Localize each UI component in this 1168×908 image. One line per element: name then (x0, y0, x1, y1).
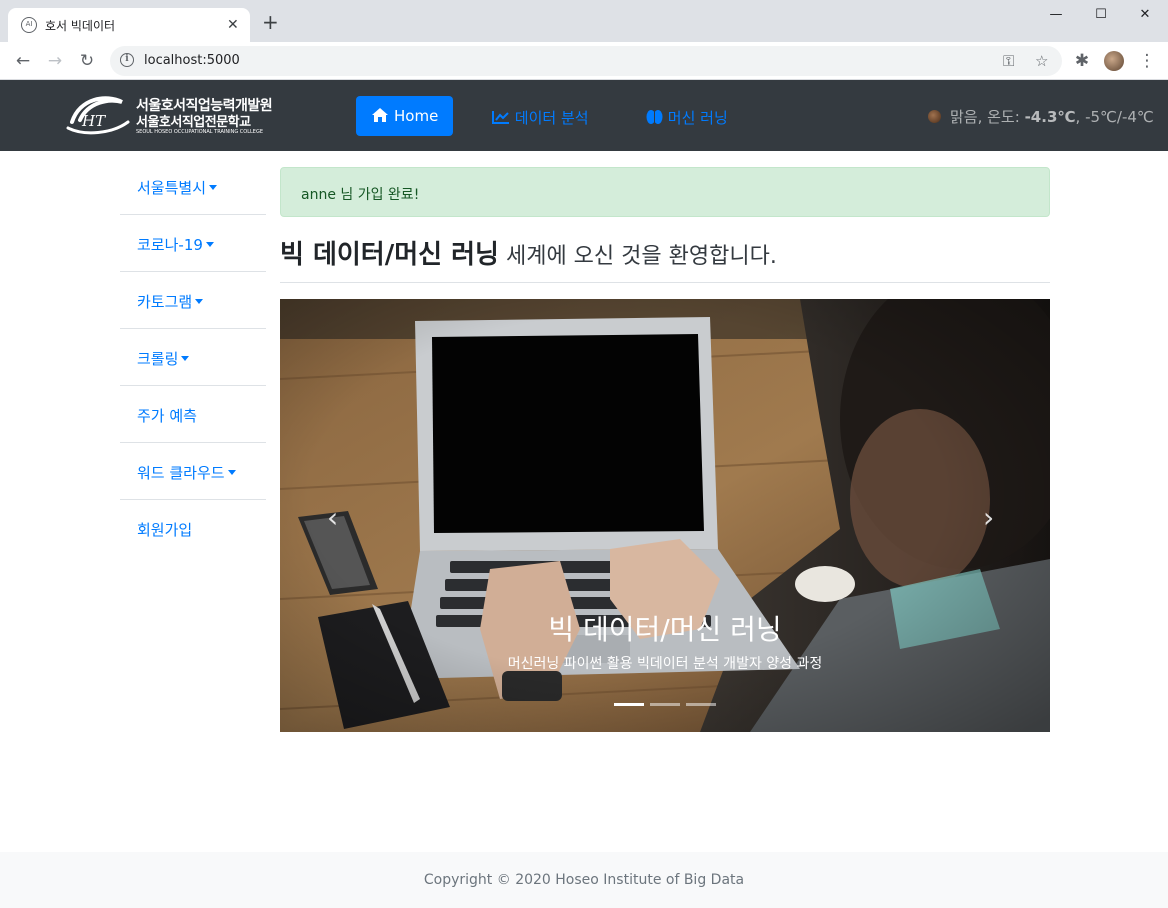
tab-title: 호서 빅데이터 (45, 19, 116, 33)
sidebar-item-word-cloud[interactable]: 워드 클라우드 (120, 443, 266, 500)
sidebar-item-cartogram[interactable]: 카토그램 (120, 272, 266, 329)
divider (280, 282, 1050, 283)
caret-down-icon (181, 356, 190, 361)
sidebar-item-label: 워드 클라우드 (137, 464, 225, 482)
carousel-indicator[interactable] (686, 703, 716, 706)
carousel-indicators (614, 703, 716, 706)
sidebar-item-label: 카토그램 (137, 293, 193, 311)
sidebar-item-seoul[interactable]: 서울특별시 (120, 158, 266, 215)
sidebar-item-covid19[interactable]: 코로나-19 (120, 215, 266, 272)
reload-icon[interactable]: ↻ (76, 50, 98, 72)
line-chart-icon (492, 111, 509, 124)
weather-range: , -5℃/-4℃ (1075, 108, 1154, 126)
weather-icon (928, 110, 941, 123)
page-title: 빅 데이터/머신 러닝 세계에 오신 것을 환영합니다. (280, 234, 777, 271)
sidebar-item-stock-prediction[interactable]: 주가 예측 (120, 386, 266, 443)
carousel-indicator[interactable] (650, 703, 680, 706)
nav-machine-learning[interactable]: 머신 러닝 (646, 107, 728, 128)
sidebar-item-label: 서울특별시 (137, 179, 207, 197)
page-title-rest: 세계에 오신 것을 환영합니다. (498, 244, 777, 269)
weather-temp: -4.3℃ (1024, 108, 1076, 126)
page-title-strong: 빅 데이터/머신 러닝 (280, 240, 499, 270)
site-info-icon[interactable]: i (120, 53, 134, 67)
alert-text: anne 님 가입 완료! (301, 187, 420, 203)
sidebar-item-crawling[interactable]: 크롤링 (120, 329, 266, 386)
carousel-indicator[interactable] (614, 703, 644, 706)
caret-down-icon (195, 299, 204, 304)
sidebar-item-label: 크롤링 (137, 350, 179, 368)
site-navbar: HT 서울호서직업능력개발원 서울호서직업전문학교 SEOUL HOSEO OC… (0, 80, 1168, 151)
college-logo[interactable]: HT 서울호서직업능력개발원 서울호서직업전문학교 SEOUL HOSEO OC… (66, 92, 273, 140)
logo-line2: 서울호서직업전문학교 (136, 115, 251, 130)
weather-desc: 맑음, 온도: (950, 108, 1020, 126)
weather-widget: 맑음, 온도: -4.3℃, -5℃/-4℃ (928, 106, 1154, 127)
maximize-icon[interactable]: ☐ (1078, 4, 1124, 26)
new-tab-icon[interactable]: + (262, 12, 279, 32)
svg-text:HT: HT (81, 112, 106, 130)
sidebar-item-label: 코로나-19 (137, 236, 203, 254)
carousel-caption-title: 빅 데이터/머신 러닝 (548, 613, 782, 646)
logo-emblem-icon: HT (66, 96, 130, 135)
home-icon (372, 108, 388, 122)
caret-down-icon (227, 470, 236, 475)
carousel-caption-text: 머신러닝 파이썬 활용 빅데이터 분석 개발자 양성 과정 (507, 656, 823, 672)
carousel-next-icon[interactable]: › (983, 504, 994, 532)
home-label: Home (394, 107, 439, 125)
browser-toolbar: ← → ↻ i localhost:5000 ⚿ ☆ ✱ ⋮ (0, 42, 1168, 80)
browser-tab[interactable]: AI 호서 빅데이터 ✕ (8, 8, 250, 42)
footer: Copyright © 2020 Hoseo Institute of Big … (0, 852, 1168, 908)
forward-icon[interactable]: → (44, 50, 66, 72)
sidebar-item-label: 회원가입 (137, 521, 193, 539)
carousel-prev-icon[interactable]: ‹ (327, 504, 338, 532)
sidebar-item-label: 주가 예측 (137, 407, 197, 425)
success-alert: anne 님 가입 완료! (280, 167, 1050, 217)
key-icon[interactable]: ⚿ (1003, 52, 1014, 70)
nav-data-analysis-label: 데이터 분석 (514, 109, 589, 127)
image-carousel[interactable]: ‹ › 빅 데이터/머신 러닝 머신러닝 파이썬 활용 빅데이터 분석 개발자 … (280, 299, 1050, 732)
tab-favicon-icon: AI (21, 17, 37, 33)
sidebar: 서울특별시 코로나-19 카토그램 크롤링 주가 예측 워드 클라우드 회원가입 (120, 158, 266, 557)
bookmark-star-icon[interactable]: ☆ (1035, 52, 1048, 70)
address-bar[interactable]: i localhost:5000 ⚿ ☆ (110, 46, 1062, 76)
copyright-text: Copyright © 2020 Hoseo Institute of Big … (423, 872, 745, 888)
profile-avatar[interactable] (1104, 51, 1124, 71)
caret-down-icon (209, 185, 218, 190)
sidebar-item-signup[interactable]: 회원가입 (120, 500, 266, 557)
url-text[interactable]: localhost:5000 (144, 53, 240, 68)
back-icon[interactable]: ← (12, 50, 34, 72)
brain-icon (646, 110, 663, 124)
caret-down-icon (205, 242, 214, 247)
browser-tabbar: AI 호서 빅데이터 ✕ + — ☐ ✕ (0, 0, 1168, 42)
menu-dots-icon[interactable]: ⋮ (1136, 50, 1158, 72)
close-window-icon[interactable]: ✕ (1122, 4, 1168, 26)
tab-close-icon[interactable]: ✕ (227, 17, 239, 33)
home-button[interactable]: Home (356, 96, 453, 136)
nav-machine-learning-label: 머신 러닝 (667, 109, 728, 127)
nav-data-analysis[interactable]: 데이터 분석 (492, 107, 589, 128)
logo-line3: SEOUL HOSEO OCCUPATIONAL TRAINING COLLEG… (136, 129, 263, 135)
minimize-icon[interactable]: — (1033, 4, 1079, 26)
extensions-icon[interactable]: ✱ (1071, 50, 1093, 72)
